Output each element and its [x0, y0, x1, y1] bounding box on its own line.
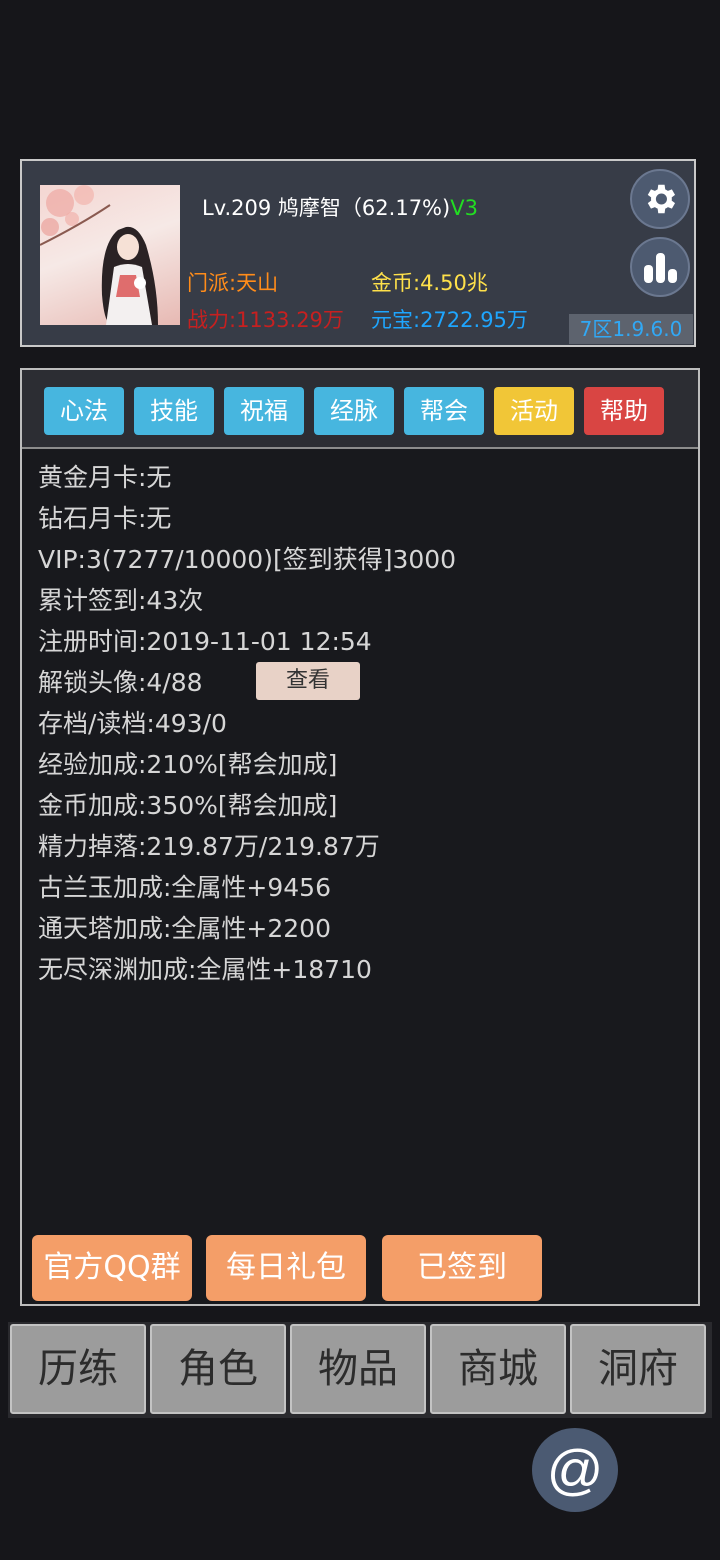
bar-chart-icon — [644, 253, 677, 283]
tab-xinfa[interactable]: 心法 — [44, 387, 124, 435]
bottom-nav: 历练 角色 物品 商城 洞府 — [8, 1322, 712, 1418]
vip-badge: V3 — [450, 196, 478, 220]
tower-bonus: 通天塔加成:全属性+2200 — [38, 914, 331, 943]
gulanyu-bonus: 古兰玉加成:全属性+9456 — [38, 873, 331, 902]
daily-gift-button[interactable]: 每日礼包 — [206, 1235, 366, 1301]
avatar[interactable] — [40, 185, 180, 325]
stats-button[interactable] — [630, 237, 690, 297]
unlocked-avatars: 解锁头像:4/88 — [38, 668, 203, 697]
profile-card: Lv.209 鸠摩智（62.17%)V3 门派:天山 金币:4.50兆 战力:1… — [20, 159, 696, 347]
at-icon: @ — [546, 1438, 604, 1501]
sect-label: 门派:天山 — [187, 271, 279, 295]
view-avatars-button[interactable]: 查看 — [256, 662, 360, 700]
mention-button[interactable]: @ — [532, 1428, 618, 1512]
server-version-badge: 7区1.9.6.0 — [569, 314, 693, 344]
gold-bonus: 金币加成:350%[帮会加成] — [38, 791, 338, 820]
energy-drop: 精力掉落:219.87万/219.87万 — [38, 832, 380, 861]
gold-monthly-card: 黄金月卡:无 — [38, 463, 172, 492]
avatar-image — [40, 185, 158, 325]
tab-blessing[interactable]: 祝福 — [224, 387, 304, 435]
yuanbao-label: 元宝:2722.95万 — [371, 308, 528, 332]
gear-icon — [647, 184, 676, 214]
diamond-monthly-card: 钻石月卡:无 — [38, 504, 172, 533]
nav-cave[interactable]: 洞府 — [570, 1324, 706, 1414]
total-checkins: 累计签到:43次 — [38, 586, 204, 615]
register-time: 注册时间:2019-11-01 12:54 — [38, 627, 372, 656]
power-label: 战力:1133.29万 — [187, 308, 344, 332]
player-level-name: Lv.209 鸠摩智（62.17%) — [202, 196, 451, 220]
nav-character[interactable]: 角色 — [150, 1324, 286, 1414]
tab-bar: 心法 技能 祝福 经脉 帮会 活动 帮助 — [22, 370, 698, 449]
tab-meridians[interactable]: 经脉 — [314, 387, 394, 435]
vip-progress: VIP:3(7277/10000)[签到获得]3000 — [38, 545, 457, 574]
tab-events[interactable]: 活动 — [494, 387, 574, 435]
player-title: Lv.209 鸠摩智（62.17%)V3 — [202, 192, 478, 222]
official-qq-group-button[interactable]: 官方QQ群 — [32, 1235, 192, 1301]
tab-skills[interactable]: 技能 — [134, 387, 214, 435]
nav-shop[interactable]: 商城 — [430, 1324, 566, 1414]
save-load-count: 存档/读档:493/0 — [38, 709, 227, 738]
settings-button[interactable] — [630, 169, 690, 229]
exp-bonus: 经验加成:210%[帮会加成] — [38, 750, 338, 779]
nav-training[interactable]: 历练 — [10, 1324, 146, 1414]
tab-guild[interactable]: 帮会 — [404, 387, 484, 435]
main-panel: 心法 技能 祝福 经脉 帮会 活动 帮助 黄金月卡:无 钻石月卡:无 VIP:3… — [20, 368, 700, 1306]
abyss-bonus: 无尽深渊加成:全属性+18710 — [38, 955, 372, 984]
nav-items[interactable]: 物品 — [290, 1324, 426, 1414]
checked-in-button[interactable]: 已签到 — [382, 1235, 542, 1301]
gold-label: 金币:4.50兆 — [371, 271, 488, 295]
tab-help[interactable]: 帮助 — [584, 387, 664, 435]
